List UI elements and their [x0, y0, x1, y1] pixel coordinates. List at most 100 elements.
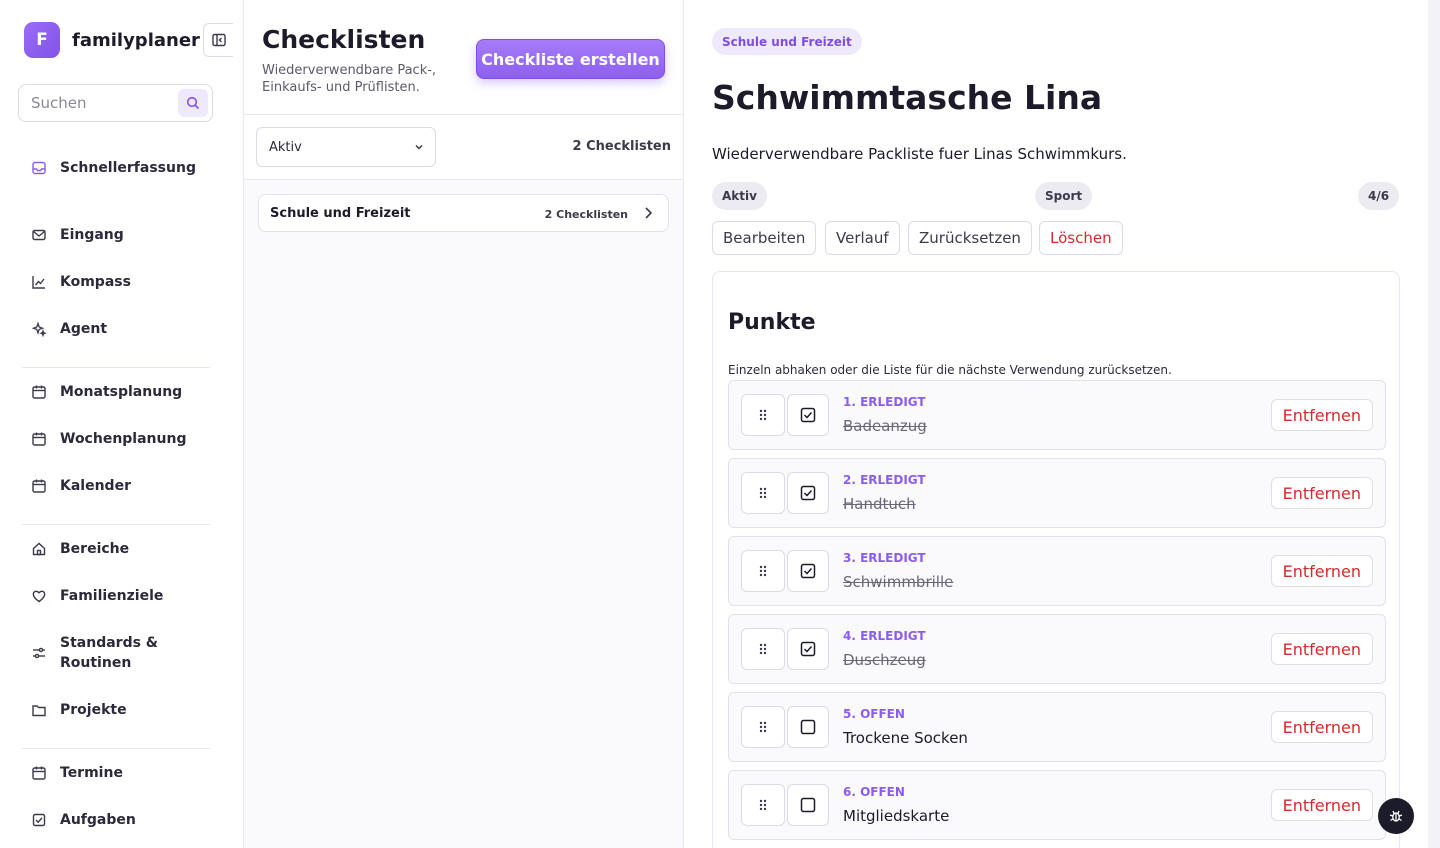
sidebar-collapse-icon [211, 33, 226, 47]
scrollbar[interactable] [1428, 0, 1440, 848]
nav-label: Aufgaben [60, 812, 136, 828]
progress-badge: 4/6 [1358, 182, 1400, 210]
checklist-item: 3. ERLEDIGT Schwimmbrille Entfernen [728, 536, 1386, 606]
status-filter-value: Aktiv [269, 139, 302, 155]
search-box [18, 84, 213, 122]
item-checkbox[interactable] [787, 706, 829, 748]
tag-badge: Sport [1035, 182, 1093, 210]
nav-label: Kompass [60, 274, 131, 290]
create-checklist-button[interactable]: Checkliste erstellen [476, 39, 665, 79]
sidebar: F familyplaner Schnellerfassung Eingang … [0, 0, 244, 848]
drag-handle[interactable] [741, 394, 785, 436]
drag-handle[interactable] [741, 784, 785, 826]
checkbox-icon [30, 810, 48, 830]
checklist-item: 2. ERLEDIGT Handtuch Entfernen [728, 458, 1386, 528]
nav-label: Standards & Routinen [60, 633, 158, 673]
checklist-item: 1. ERLEDIGT Badeanzug Entfernen [728, 380, 1386, 450]
page-subtitle: Wiederverwendbare Pack-, Einkaufs- und P… [262, 63, 437, 95]
remove-item-button[interactable]: Entfernen [1270, 711, 1373, 743]
grip-vertical-icon [759, 721, 767, 733]
grip-vertical-icon [759, 409, 767, 421]
remove-item-button[interactable]: Entfernen [1270, 789, 1373, 821]
heart-icon [30, 586, 48, 606]
grip-vertical-icon [759, 565, 767, 577]
remove-item-button[interactable]: Entfernen [1270, 555, 1373, 587]
item-checkbox[interactable] [787, 784, 829, 826]
search-button[interactable] [178, 89, 208, 117]
item-checkbox[interactable] [787, 472, 829, 514]
nav-item-standards-routinen[interactable]: Standards & Routinen [30, 633, 158, 673]
grip-vertical-icon [759, 643, 767, 655]
status-filter-select[interactable]: Aktiv [256, 127, 436, 167]
chevron-right-icon [645, 207, 653, 219]
debug-button[interactable] [1378, 798, 1414, 834]
remove-item-button[interactable]: Entfernen [1270, 477, 1373, 509]
nav-label: Kalender [60, 478, 131, 494]
item-name: Handtuch [843, 495, 916, 513]
checkbox-empty-icon [800, 797, 816, 813]
nav-label: Projekte [60, 702, 127, 718]
home-icon [30, 539, 48, 559]
item-name: Badeanzug [843, 417, 927, 435]
points-subtitle: Einzeln abhaken oder die Liste für die n… [728, 363, 1172, 377]
checklist-list-panel: Checklisten Wiederverwendbare Pack-, Ein… [244, 0, 684, 848]
item-checkbox[interactable] [787, 394, 829, 436]
page-title: Checklisten [262, 25, 426, 54]
remove-item-button[interactable]: Entfernen [1270, 399, 1373, 431]
nav-item-eingang[interactable]: Eingang [30, 225, 124, 245]
nav-label-line: Standards & [60, 635, 158, 651]
nav-item-kompass[interactable]: Kompass [30, 272, 131, 292]
nav-item-agent[interactable]: Agent [30, 319, 107, 339]
item-status: 5. OFFEN [843, 707, 905, 721]
checkbox-empty-icon [800, 719, 816, 735]
nav-label: Wochenplanung [60, 431, 187, 447]
group-name: Schule und Freizeit [270, 206, 411, 221]
reset-button[interactable]: Zurücksetzen [908, 221, 1032, 255]
drag-handle[interactable] [741, 628, 785, 670]
nav-item-wochenplanung[interactable]: Wochenplanung [30, 429, 186, 449]
brand[interactable]: F familyplaner [24, 22, 200, 58]
category-badge: Schule und Freizeit [712, 28, 862, 55]
points-title: Punkte [728, 310, 816, 335]
nav-item-termine[interactable]: Termine [30, 763, 123, 783]
calendar-icon [30, 476, 48, 496]
nav-label: Monatsplanung [60, 384, 183, 400]
checklist-detail: Schule und Freizeit Schwimmtasche Lina W… [684, 0, 1440, 848]
nav-item-schnellerfassung[interactable]: Schnellerfassung [30, 158, 196, 178]
nav-item-kalender[interactable]: Kalender [30, 476, 131, 496]
checklist-group[interactable]: Schule und Freizeit 2 Checklisten [258, 194, 669, 232]
brand-name: familyplaner [72, 29, 200, 51]
checkbox-checked-icon [800, 485, 816, 501]
folder-icon [30, 700, 48, 720]
item-name: Trockene Socken [843, 729, 968, 747]
checkbox-checked-icon [800, 407, 816, 423]
drag-handle[interactable] [741, 550, 785, 592]
item-name: Schwimmbrille [843, 573, 954, 591]
edit-button[interactable]: Bearbeiten [712, 221, 817, 255]
item-checkbox[interactable] [787, 550, 829, 592]
nav-item-bereiche[interactable]: Bereiche [30, 539, 129, 559]
remove-item-button[interactable]: Entfernen [1270, 633, 1373, 665]
item-status: 3. ERLEDIGT [843, 551, 926, 565]
nav-item-projekte[interactable]: Projekte [30, 700, 127, 720]
nav-item-familienziele[interactable]: Familienziele [30, 586, 163, 606]
item-status: 4. ERLEDIGT [843, 629, 926, 643]
nav-item-aufgaben[interactable]: Aufgaben [30, 810, 136, 830]
mail-icon [30, 225, 48, 245]
item-checkbox[interactable] [787, 628, 829, 670]
sidebar-collapse-button[interactable] [203, 23, 233, 57]
drag-handle[interactable] [741, 706, 785, 748]
filter-row: Aktiv 2 Checklisten [244, 115, 683, 180]
bug-icon [1389, 810, 1403, 822]
inbox-tray-icon [30, 158, 48, 178]
delete-button[interactable]: Löschen [1039, 221, 1123, 255]
nav-item-monatsplanung[interactable]: Monatsplanung [30, 382, 182, 402]
calendar-icon [30, 382, 48, 402]
nav-label: Termine [60, 765, 123, 781]
search-input[interactable] [31, 94, 171, 112]
drag-handle[interactable] [741, 472, 785, 514]
calendar-icon [30, 763, 48, 783]
checklist-header: Checklisten Wiederverwendbare Pack-, Ein… [244, 0, 683, 115]
nav-divider [22, 748, 210, 749]
history-button[interactable]: Verlauf [825, 221, 900, 255]
